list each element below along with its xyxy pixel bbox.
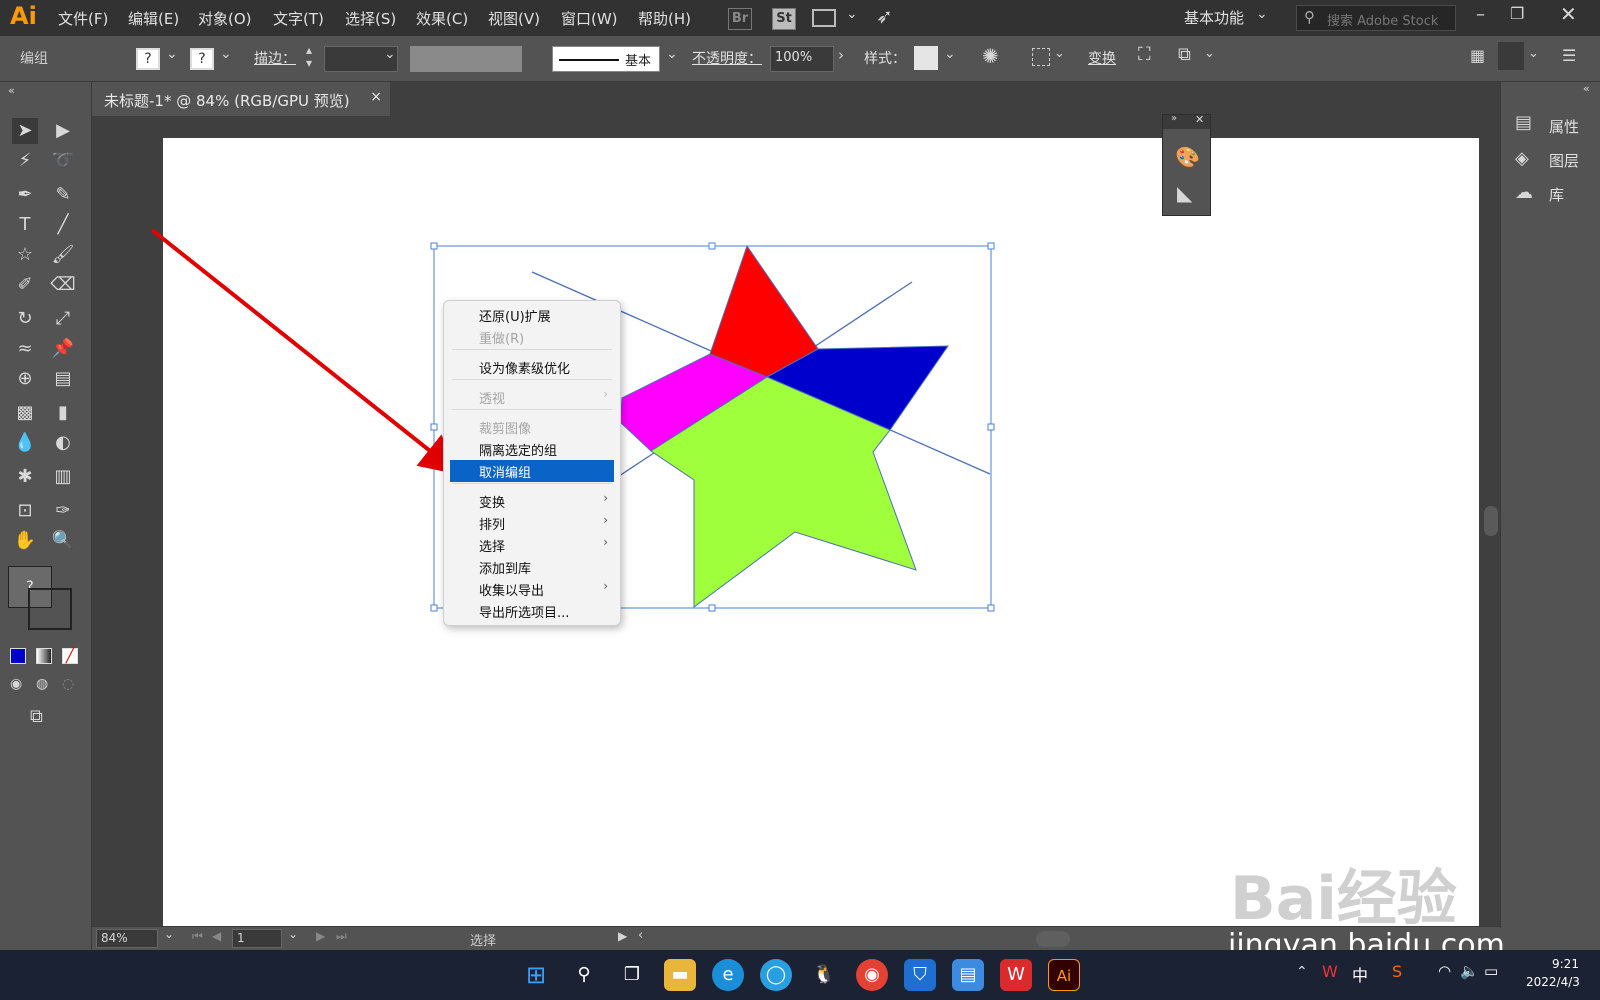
first-page-icon[interactable]: ⏮ — [192, 929, 203, 944]
properties-panel-tab[interactable]: 属性 — [1549, 116, 1579, 137]
security-shield-icon[interactable]: ⛉ — [904, 959, 936, 991]
tray-expand-icon[interactable]: ⌃ — [1296, 964, 1308, 980]
watermark-logo: Bai经验 — [1230, 864, 1457, 934]
page-input[interactable]: 1 — [232, 929, 282, 948]
ime-indicator[interactable]: 中 — [1352, 962, 1368, 986]
bbox-handle[interactable] — [430, 604, 438, 612]
submenu-arrow-icon: › — [603, 387, 608, 401]
ctx-export-selection[interactable]: 导出所选项目... — [444, 600, 620, 622]
battery-icon[interactable]: ▭ — [1484, 962, 1498, 980]
libraries-icon[interactable]: ☁ — [1515, 182, 1533, 203]
layers-panel-tab[interactable]: 图层 — [1549, 150, 1579, 171]
bbox-handle[interactable] — [430, 423, 438, 431]
annotation-arrow — [150, 228, 461, 475]
file-explorer-icon[interactable]: ▬ — [664, 959, 696, 991]
submenu-arrow-icon: › — [603, 513, 608, 527]
bbox-handle[interactable] — [430, 242, 438, 250]
ctx-redo: 重做(R) — [479, 332, 525, 347]
windows-start-icon[interactable]: ⊞ — [520, 959, 552, 991]
bbox-handle[interactable] — [987, 242, 995, 250]
illustrator-taskbar-icon[interactable]: Ai — [1048, 959, 1080, 991]
clock-date[interactable]: 2022/4/3 — [1526, 975, 1580, 989]
bbox-handle[interactable] — [987, 423, 995, 431]
zoom-chevron-icon[interactable]: ⌄ — [164, 927, 174, 941]
clock-time[interactable]: 9:21 — [1552, 957, 1579, 971]
browser-e-icon[interactable]: e — [712, 959, 744, 991]
zoom-input[interactable]: 84% — [96, 929, 158, 948]
bbox-handle[interactable] — [708, 242, 716, 250]
expand-panel-icon[interactable]: » — [1171, 113, 1177, 124]
sogou-ime-icon[interactable]: S — [1392, 962, 1402, 981]
vertical-scroll-thumb[interactable] — [1484, 506, 1498, 536]
ctx-separator — [452, 379, 612, 380]
ctx-collect-export[interactable]: 收集以导出 › — [444, 578, 620, 600]
ctx-collect-export-label: 收集以导出 — [479, 584, 545, 599]
ctx-arrange-label: 排列 — [479, 518, 506, 533]
volume-icon[interactable]: 🔈 — [1460, 962, 1479, 980]
scroll-left-icon[interactable]: ‹ — [638, 928, 643, 943]
floating-panel: » ✕ 🎨 ◣ — [1162, 113, 1211, 216]
ctx-isolate-group[interactable]: 隔离选定的组 — [444, 438, 620, 460]
ctx-select[interactable]: 选择 › — [444, 534, 620, 556]
properties-icon[interactable]: ▤ — [1515, 112, 1532, 133]
ctx-crop-image: 裁剪图像 — [479, 422, 532, 437]
context-menu: 还原(U)扩展 重做(R) 设为像素级优化 透视 › 裁剪图像 隔离选定的组 取消… — [443, 300, 621, 626]
right-panel-dock: « ▤ 属性 ◈ 图层 ☁ 库 — [1500, 82, 1600, 928]
ctx-perspective-label: 透视 — [479, 392, 506, 407]
ctx-arrange[interactable]: 排列 › — [444, 512, 620, 534]
status-menu-arrow-icon[interactable]: ▶ — [618, 929, 627, 943]
qq-penguin-icon[interactable]: 🐧 — [808, 959, 840, 991]
ctx-perspective: 透视 › — [444, 386, 620, 408]
libraries-panel-tab[interactable]: 库 — [1549, 184, 1564, 205]
wifi-icon[interactable]: ◠ — [1438, 962, 1451, 980]
page-chevron-icon[interactable]: ⌄ — [288, 927, 298, 941]
close-panel-icon[interactable]: ✕ — [1195, 113, 1204, 126]
prev-page-icon[interactable]: ◀ — [212, 929, 221, 943]
bbox-handle[interactable] — [987, 604, 995, 612]
ctx-undo-expand[interactable]: 还原(U)扩展 — [444, 304, 620, 326]
ctx-pixel-perfect[interactable]: 设为像素级优化 — [444, 356, 620, 378]
ctx-separator — [452, 409, 612, 410]
ctx-select-label: 选择 — [479, 540, 506, 555]
ctx-transform[interactable]: 变换 › — [444, 490, 620, 512]
layers-icon[interactable]: ◈ — [1515, 148, 1529, 169]
ctx-separator — [452, 349, 612, 350]
ctx-separator — [452, 483, 612, 484]
horizontal-scroll-thumb[interactable] — [1036, 931, 1070, 947]
ctx-transform-label: 变换 — [479, 496, 506, 511]
chrome-icon[interactable]: ◉ — [856, 959, 888, 991]
chat-app-icon[interactable]: ◯ — [760, 959, 792, 991]
notepad-icon[interactable]: ▤ — [952, 959, 984, 991]
task-view-icon[interactable]: ❐ — [616, 959, 648, 991]
bbox-handle[interactable] — [708, 604, 716, 612]
vertical-scrollbar[interactable] — [1482, 116, 1500, 926]
submenu-arrow-icon: › — [603, 535, 608, 549]
ctx-ungroup[interactable]: 取消编组 — [450, 460, 614, 482]
collapse-dock-icon[interactable]: « — [1583, 82, 1590, 95]
last-page-icon[interactable]: ⏭ — [336, 929, 347, 944]
ctx-add-to-library[interactable]: 添加到库 — [444, 556, 620, 578]
wps-icon[interactable]: W — [1000, 959, 1032, 991]
current-tool-label: 选择 — [470, 934, 497, 949]
next-page-icon[interactable]: ▶ — [316, 929, 325, 943]
gradient-panel-icon[interactable]: ◣ — [1177, 181, 1192, 205]
color-guide-icon[interactable]: 🎨 — [1175, 145, 1200, 169]
search-icon[interactable]: ⚲ — [568, 959, 600, 991]
submenu-arrow-icon: › — [603, 491, 608, 505]
submenu-arrow-icon: › — [603, 579, 608, 593]
wps-tray-icon[interactable]: W — [1322, 962, 1338, 981]
